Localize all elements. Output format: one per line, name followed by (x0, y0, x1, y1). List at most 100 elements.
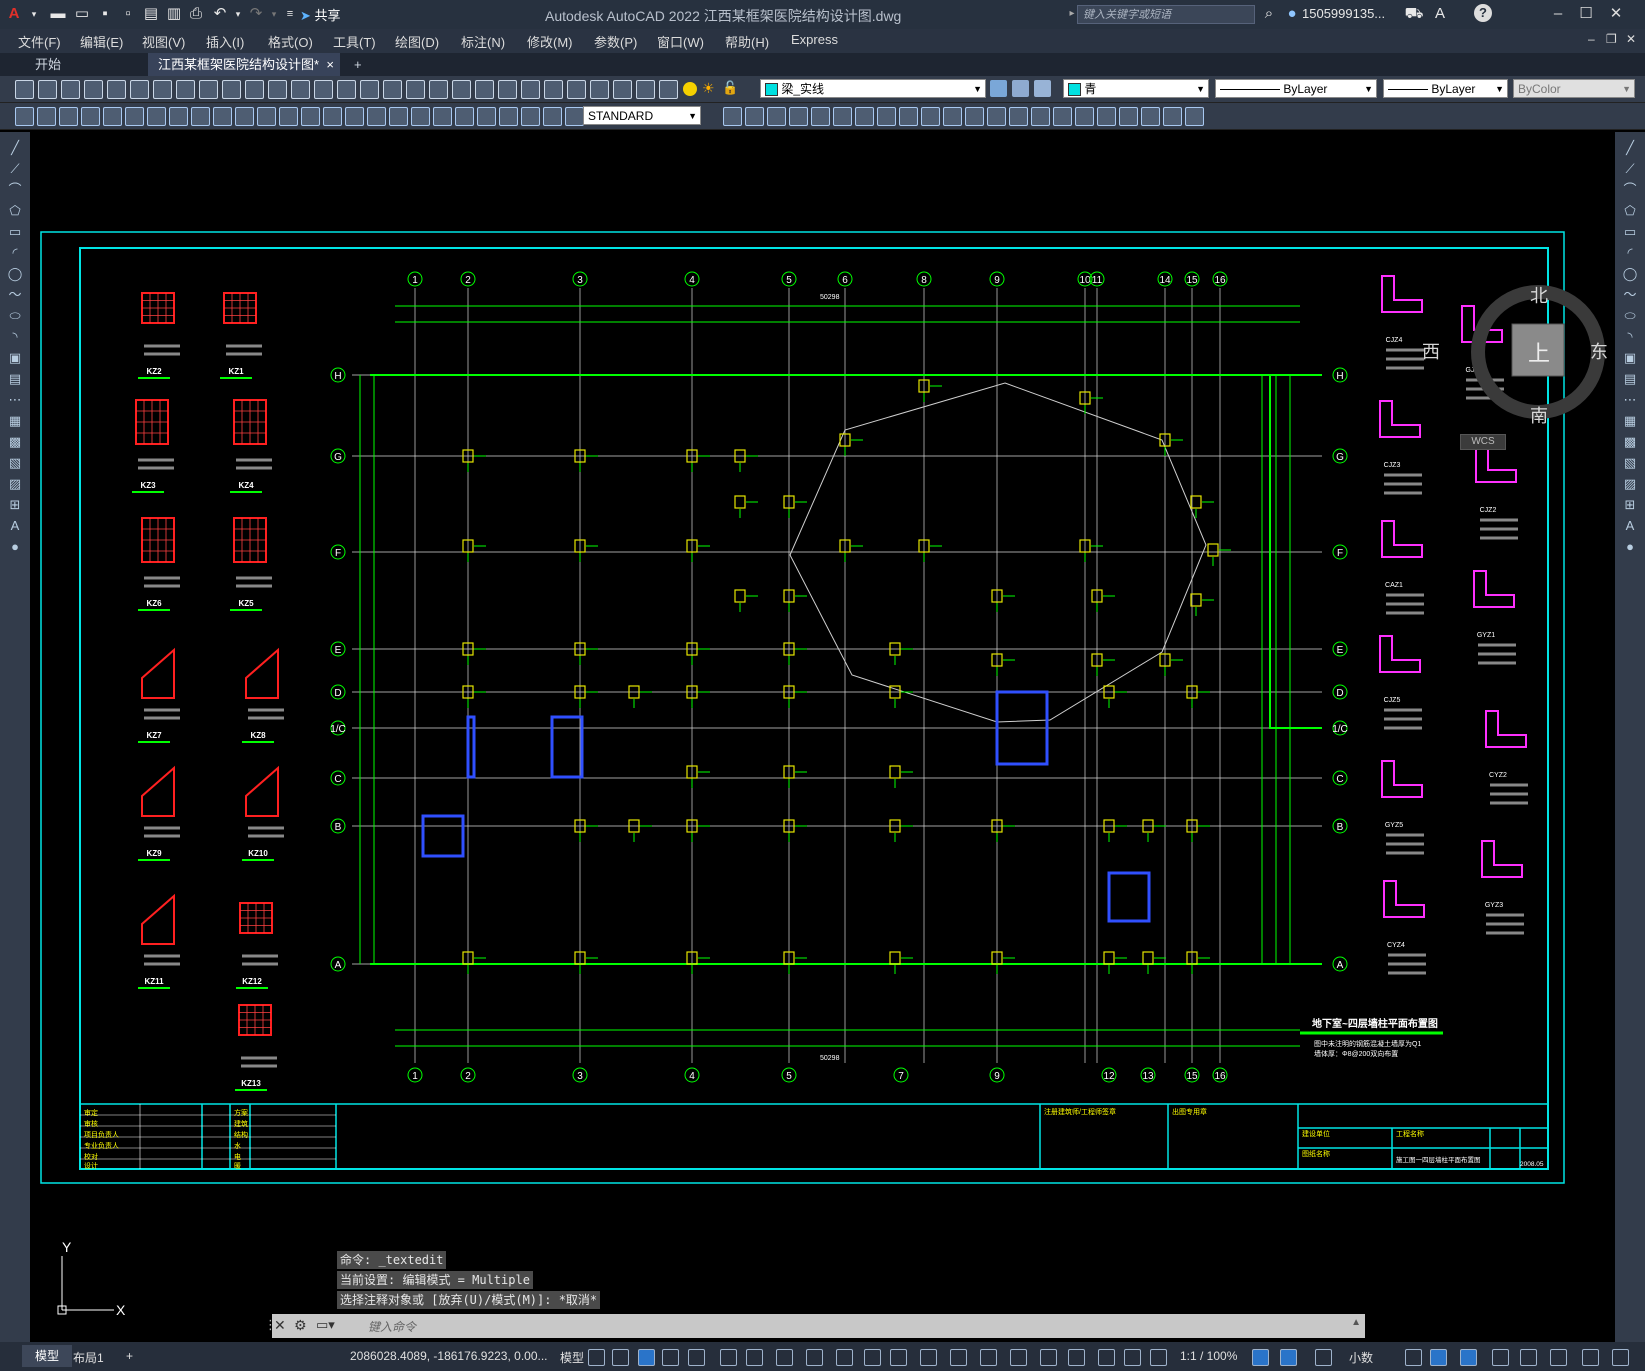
match-icon[interactable] (222, 80, 241, 99)
shade-icon[interactable] (1009, 107, 1028, 126)
viewcube-top-face[interactable]: 上 (1528, 336, 1550, 368)
save-icon[interactable] (61, 80, 80, 99)
properties-icon[interactable] (337, 80, 356, 99)
layer-icon[interactable] (498, 80, 517, 99)
draw-tool-icon[interactable]: ▤ (7, 371, 23, 387)
copy-icon[interactable] (176, 80, 195, 99)
center-mark-icon[interactable] (965, 107, 984, 126)
status-toggle-icon[interactable] (638, 1349, 655, 1366)
viewcube-north[interactable]: 北 (1530, 282, 1548, 308)
leader-icon[interactable] (565, 107, 584, 126)
draw-tool-icon[interactable]: ● (7, 539, 23, 555)
new-icon[interactable] (15, 80, 34, 99)
command-scroll-up-icon[interactable]: ▲ (1351, 1317, 1361, 1328)
new-icon[interactable] (521, 80, 540, 99)
status-toggle-icon[interactable] (720, 1349, 737, 1366)
linetype-dropdown[interactable]: ByLayer ▼ (1215, 79, 1377, 98)
tool-palette-icon[interactable] (383, 80, 402, 99)
status-toggle-icon[interactable] (1430, 1349, 1447, 1366)
tab-close-icon[interactable]: × (326, 53, 334, 76)
draw-tool-icon[interactable]: ◝ (7, 329, 23, 345)
menu-insert[interactable]: 插入(I) (206, 32, 244, 51)
modify-tool-icon[interactable]: ▨ (1622, 476, 1638, 492)
design-center-icon[interactable] (360, 80, 379, 99)
draw-tool-icon[interactable]: ⌒ (7, 182, 23, 198)
user-icon[interactable]: ● (1282, 4, 1302, 24)
draw-tool-icon[interactable]: ▧ (7, 455, 23, 471)
search-icon[interactable]: ⌕ (1259, 4, 1279, 24)
sheet-set-icon[interactable] (406, 80, 425, 99)
maximize-button[interactable]: ☐ (1573, 3, 1599, 25)
view-icon[interactable] (191, 107, 210, 126)
dimension-icon[interactable] (455, 107, 474, 126)
drawing-canvas[interactable]: KZ2 KZ1 KZ3 KZ4 KZ6 KZ5 KZ7 KZ8 KZ9 KZ10 KZ11 KZ12 K… (30, 132, 1615, 1342)
status-toggle-icon[interactable] (1612, 1349, 1629, 1366)
center-mark-icon[interactable] (169, 107, 188, 126)
close-window-button[interactable]: ✕ (1603, 3, 1629, 25)
viewcube-west[interactable]: 西 (1422, 338, 1440, 364)
layer-previous-icon[interactable] (1034, 80, 1051, 97)
modify-tool-icon[interactable]: ⊞ (1622, 497, 1638, 513)
command-history-icon[interactable]: ▭▾ (316, 1317, 335, 1333)
doc-close-icon[interactable]: ✕ (1626, 32, 1636, 46)
doc-minimize-icon[interactable]: – (1588, 32, 1595, 46)
tolerance-icon[interactable] (367, 107, 386, 126)
circle-icon[interactable] (499, 107, 518, 126)
status-toggle-icon[interactable] (612, 1349, 629, 1366)
new-tab-button[interactable]: + (344, 53, 372, 76)
draw-tool-icon[interactable]: ▣ (7, 350, 23, 366)
center-mark-icon[interactable] (1185, 107, 1204, 126)
table-icon[interactable] (899, 107, 918, 126)
plot-icon[interactable] (590, 80, 609, 99)
wcs-menu[interactable]: WCS (1460, 434, 1506, 450)
tolerance-icon[interactable] (1163, 107, 1182, 126)
circle-icon[interactable] (279, 107, 298, 126)
menu-view[interactable]: 视图(V) (142, 32, 185, 51)
command-close-icon[interactable]: ✕ (274, 1317, 286, 1334)
status-toggle-icon[interactable] (920, 1349, 937, 1366)
text-icon[interactable] (877, 107, 896, 126)
table-icon[interactable] (543, 107, 562, 126)
draw-tool-icon[interactable]: 〜 (7, 287, 23, 303)
save-as-icon[interactable]: ▫ (118, 4, 138, 24)
leader-icon[interactable] (345, 107, 364, 126)
draw-tool-icon[interactable]: ⬭ (7, 308, 23, 324)
view-icon[interactable] (411, 107, 430, 126)
status-toggle-icon[interactable] (1150, 1349, 1167, 1366)
search-input[interactable]: 键入关键字或短语 (1077, 5, 1255, 24)
menu-modify[interactable]: 修改(M) (527, 32, 573, 51)
modify-tool-icon[interactable]: ╱ (1622, 140, 1638, 156)
model-space-toggle[interactable]: 模型 (560, 1349, 584, 1366)
menu-window[interactable]: 窗口(W) (657, 32, 704, 51)
cart-icon[interactable]: ⛟ (1404, 4, 1424, 24)
leader-icon[interactable] (125, 107, 144, 126)
lineweight-dropdown[interactable]: ByLayer ▼ (1383, 79, 1508, 98)
draw-tool-icon[interactable]: ⊞ (7, 497, 23, 513)
modify-tool-icon[interactable]: ▭ (1622, 224, 1638, 240)
draw-tool-icon[interactable]: ▦ (7, 413, 23, 429)
save-web-icon[interactable]: ▥ (164, 4, 184, 24)
help-icon[interactable]: ? (1474, 4, 1492, 22)
status-toggle-icon[interactable] (662, 1349, 679, 1366)
arc-icon[interactable] (1053, 107, 1072, 126)
cut-icon[interactable] (659, 80, 678, 99)
plot-icon[interactable] (84, 80, 103, 99)
redo-icon[interactable]: ↷ (246, 4, 266, 24)
layer-lock-icon[interactable]: 🔓 (722, 80, 739, 97)
open-icon[interactable] (544, 80, 563, 99)
markup-icon[interactable] (429, 80, 448, 99)
arc-icon[interactable] (37, 107, 56, 126)
status-toggle-icon[interactable] (890, 1349, 907, 1366)
command-customize-icon[interactable]: ⚙ (294, 1317, 307, 1334)
annotation-scale[interactable]: 1:1 / 100% (1180, 1349, 1237, 1363)
share-button[interactable]: ➤ 共享 (300, 5, 341, 24)
shade-icon[interactable] (213, 107, 232, 126)
units-dropdown[interactable]: 小数 (1349, 1349, 1373, 1366)
dimension-icon[interactable] (811, 107, 830, 126)
modify-tool-icon[interactable]: ◜ (1622, 245, 1638, 261)
doc-restore-icon[interactable]: ❐ (1606, 32, 1617, 46)
status-toggle-icon[interactable] (980, 1349, 997, 1366)
menu-express[interactable]: Express (791, 32, 838, 47)
menu-draw[interactable]: 绘图(D) (395, 32, 439, 51)
status-toggle-icon[interactable] (864, 1349, 881, 1366)
